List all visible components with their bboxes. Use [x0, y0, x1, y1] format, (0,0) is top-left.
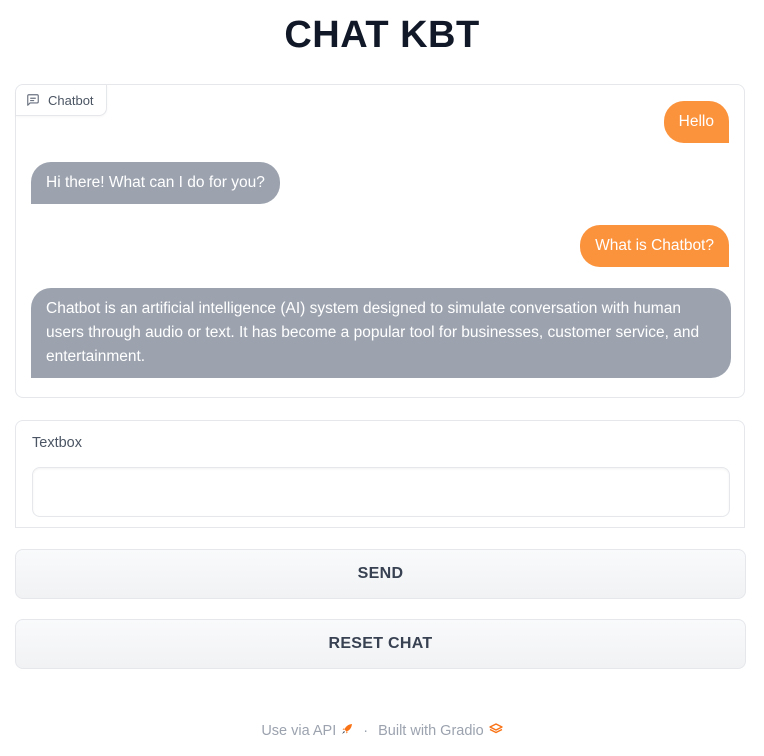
footer: Use via API · Built with Gradio — [0, 720, 764, 742]
page-title: CHAT KBT — [284, 14, 480, 56]
chatbot-label-tab: Chatbot — [16, 85, 107, 116]
bot-message: Hi there! What can I do for you? — [31, 162, 280, 204]
reset-chat-button[interactable]: RESET CHAT — [15, 619, 746, 669]
gradio-logo-icon — [488, 723, 503, 739]
use-via-api-link[interactable]: Use via API — [261, 723, 353, 739]
message-input[interactable] — [32, 467, 730, 517]
user-message: Hello — [663, 101, 729, 143]
api-link-label: Use via API — [261, 723, 337, 739]
rocket-icon — [341, 723, 353, 739]
user-message: What is Chatbot? — [580, 225, 729, 267]
chat-bubble-icon — [26, 93, 40, 107]
send-button[interactable]: SEND — [15, 549, 746, 599]
gradio-link-label: Built with Gradio — [378, 723, 484, 739]
bot-message: Chatbot is an artificial intelligence (A… — [31, 288, 731, 378]
chatbot-panel: Chatbot Hello Hi there! What can I do fo… — [15, 84, 745, 398]
chatbot-label: Chatbot — [48, 92, 94, 108]
textbox-label: Textbox — [32, 435, 82, 451]
footer-separator: · — [363, 723, 369, 739]
built-with-gradio-link[interactable]: Built with Gradio — [378, 723, 503, 739]
textbox-panel: Textbox — [15, 420, 745, 528]
